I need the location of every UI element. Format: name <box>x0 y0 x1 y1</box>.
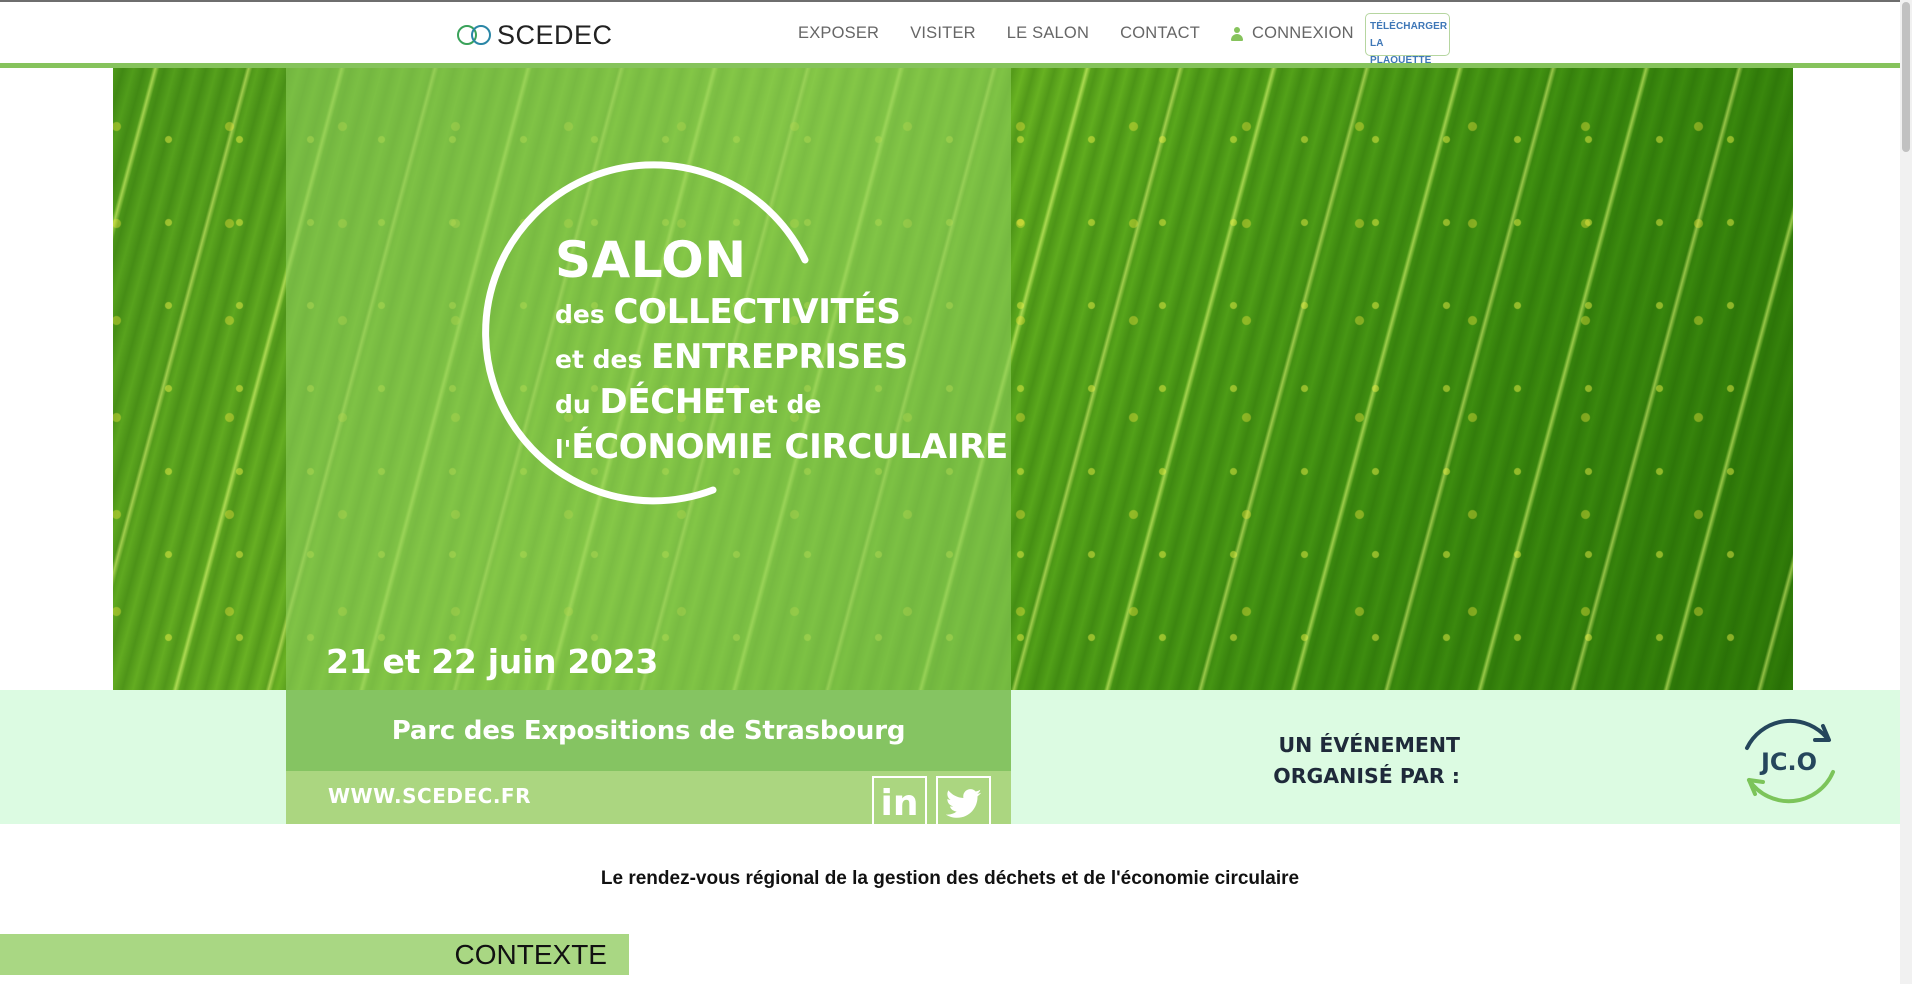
hero-title: SALON <box>555 231 747 289</box>
tagline: Le rendez-vous régional de la gestion de… <box>600 868 1300 889</box>
menu-item-contact[interactable]: CONTACT <box>1120 24 1200 43</box>
logo-text: SCEDEC <box>497 19 613 50</box>
top-navigation: SCEDEC EXPOSER VISITER LE SALON CONTACT … <box>0 2 1900 66</box>
menu-item-exposer[interactable]: EXPOSER <box>798 24 879 43</box>
website-link[interactable]: WWW.SCEDEC.FR <box>328 784 531 808</box>
login-label: CONNEXION <box>1252 24 1354 42</box>
menu-item-visiter[interactable]: VISITER <box>910 24 976 43</box>
venue-label: Parc des Expositions de Strasbourg <box>286 690 1011 771</box>
linkedin-icon: in <box>880 782 919 824</box>
hero-line-4: l'ÉCONOMIE CIRCULAIRE <box>555 427 1008 467</box>
organizer-logo-text: JC.O <box>1759 748 1817 776</box>
event-date: 21 et 22 juin 2023 <box>326 642 659 681</box>
organizer-label-line2: ORGANISÉ PAR : <box>1273 764 1460 788</box>
main-menu: EXPOSER VISITER LE SALON CONTACT CONNEXI… <box>798 24 1385 43</box>
twitter-icon <box>945 788 981 818</box>
hero-line-3: du DÉCHETet de <box>555 382 822 422</box>
linkedin-button[interactable]: in <box>872 776 927 831</box>
organizer-label-line1: UN ÉVÉNEMENT <box>1278 733 1460 757</box>
user-icon <box>1231 26 1244 41</box>
logo-rings-icon <box>457 24 495 46</box>
organizer-label: UN ÉVÉNEMENT ORGANISÉ PAR : <box>1200 730 1460 792</box>
download-label-line1: TÉLÉCHARGER <box>1370 21 1448 32</box>
organizer-logo[interactable]: JC.O <box>1735 710 1843 812</box>
site-logo[interactable]: SCEDEC <box>457 20 613 50</box>
download-brochure-button[interactable]: TÉLÉCHARGER LA PLAQUETTE <box>1365 13 1450 66</box>
hero-title-block: SALON des COLLECTIVITÉS et des ENTREPRIS… <box>555 229 1008 471</box>
website-bar: WWW.SCEDEC.FR in <box>286 771 1011 831</box>
scrollbar-thumb[interactable] <box>1902 2 1910 152</box>
jco-logo-icon: JC.O <box>1745 718 1835 804</box>
section-title: CONTEXTE <box>454 939 607 970</box>
section-header-contexte: CONTEXTE <box>0 934 629 975</box>
hero-line-1: des COLLECTIVITÉS <box>555 292 901 332</box>
twitter-button[interactable] <box>936 776 991 831</box>
hero-line-2: et des ENTREPRISES <box>555 337 908 377</box>
vertical-scrollbar[interactable] <box>1900 0 1912 984</box>
login-link[interactable]: CONNEXION <box>1231 24 1354 43</box>
menu-item-le-salon[interactable]: LE SALON <box>1007 24 1089 43</box>
